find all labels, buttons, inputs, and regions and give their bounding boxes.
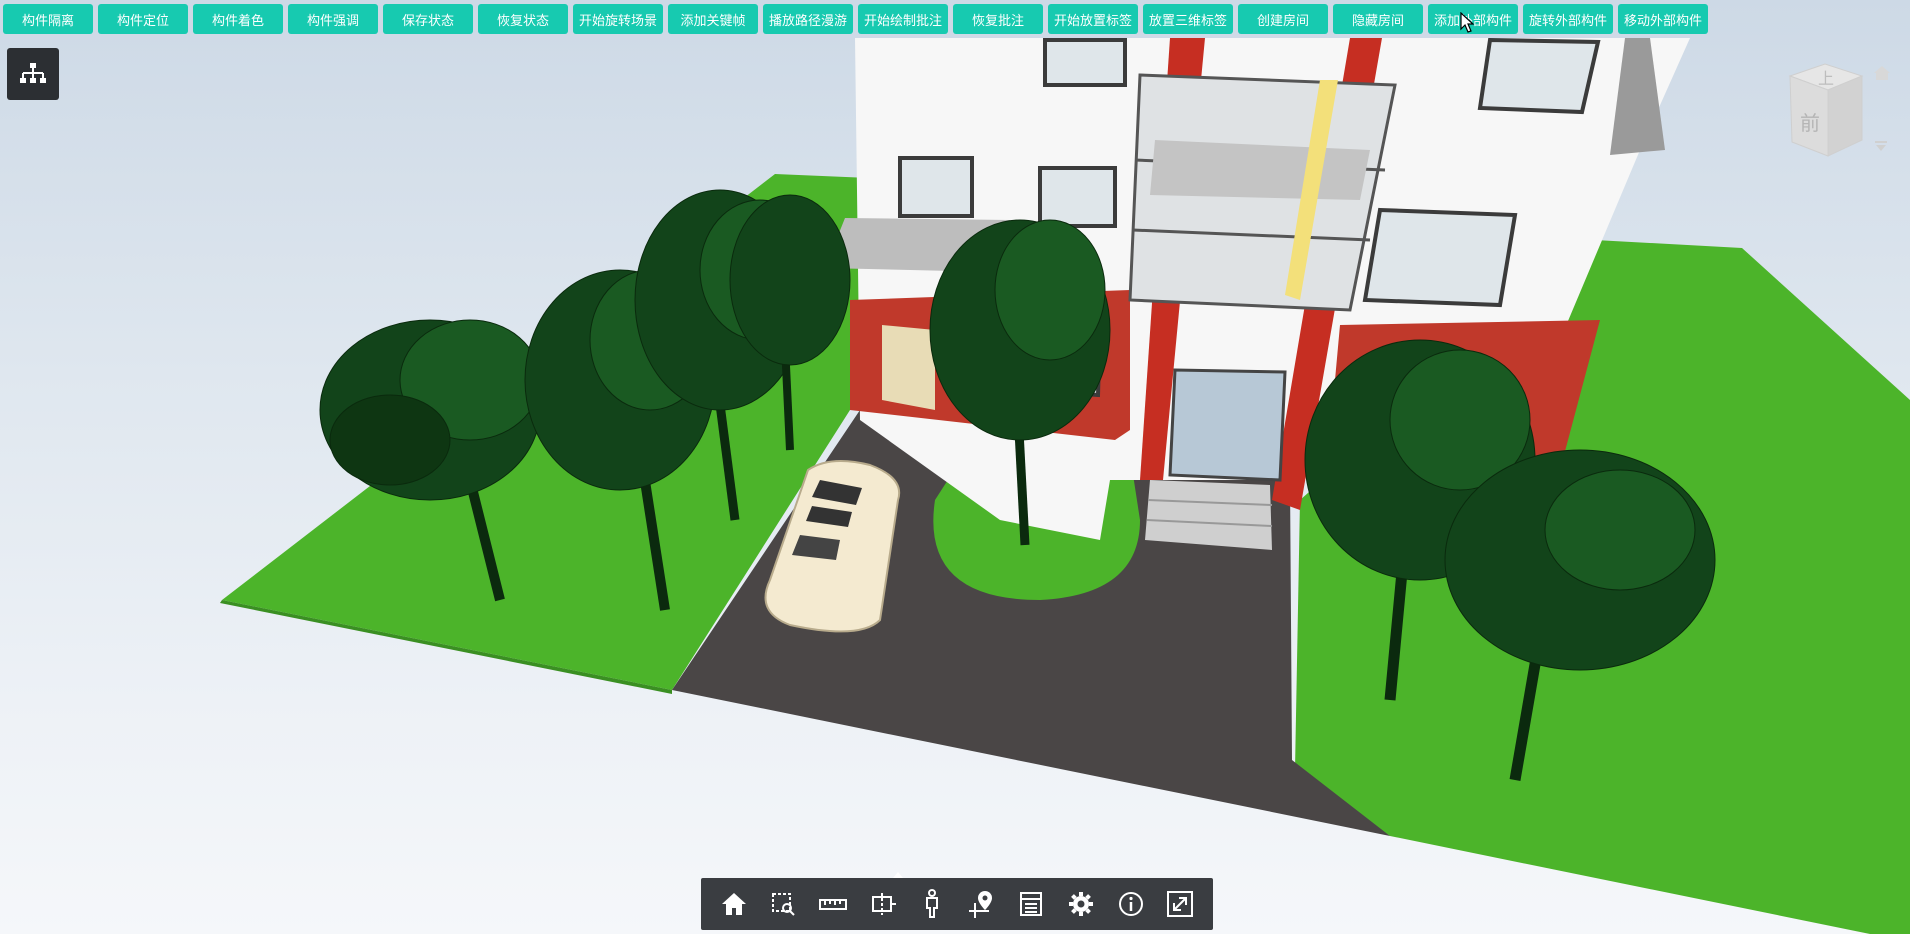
add-keyframe-button[interactable]: 添加关键帧 [668,4,758,34]
start-place-tag-button[interactable]: 开始放置标签 [1048,4,1138,34]
walk-person-icon[interactable] [914,886,950,922]
properties-list-icon[interactable] [1013,886,1049,922]
info-icon[interactable] [1113,886,1149,922]
rotate-external-component-button[interactable]: 旋转外部构件 [1523,4,1613,34]
viewcube-home-icon[interactable] [1874,66,1890,80]
bottom-toolbar [701,878,1213,930]
fullscreen-icon[interactable] [1162,886,1198,922]
section-box-icon[interactable] [865,886,901,922]
viewcube-menu-icon[interactable] [1875,141,1887,151]
settings-gear-icon[interactable] [1063,886,1099,922]
top-toolbar: 构件隔离 构件定位 构件着色 构件强调 保存状态 恢复状态 开始旋转场景 添加关… [0,0,1910,38]
mouse-cursor-icon [1460,12,1474,33]
play-walkthrough-button[interactable]: 播放路径漫游 [763,4,853,34]
highlight-component-button[interactable]: 构件强调 [288,4,378,34]
start-rotate-scene-button[interactable]: 开始旋转场景 [573,4,663,34]
model-tree-button[interactable] [7,48,59,100]
locate-component-button[interactable]: 构件定位 [98,4,188,34]
3d-viewport[interactable] [0,0,1910,934]
isolate-component-button[interactable]: 构件隔离 [3,4,93,34]
restore-annotation-button[interactable]: 恢复批注 [953,4,1043,34]
place-3d-tag-button[interactable]: 放置三维标签 [1143,4,1233,34]
color-component-button[interactable]: 构件着色 [193,4,283,34]
map-pin-icon[interactable] [964,886,1000,922]
hide-room-button[interactable]: 隐藏房间 [1333,4,1423,34]
hierarchy-icon [20,63,46,83]
start-annotation-button[interactable]: 开始绘制批注 [858,4,948,34]
save-state-button[interactable]: 保存状态 [383,4,473,34]
ruler-icon[interactable] [815,886,851,922]
viewcube-front-label[interactable]: 前 [1800,111,1820,135]
home-icon[interactable] [716,886,752,922]
viewcube-top-label[interactable]: 上 [1818,69,1834,88]
move-external-component-button[interactable]: 移动外部构件 [1618,4,1708,34]
zoom-box-icon[interactable] [765,886,801,922]
create-room-button[interactable]: 创建房间 [1238,4,1328,34]
view-cube[interactable]: 上 前 [1780,56,1890,166]
restore-state-button[interactable]: 恢复状态 [478,4,568,34]
toolbar-expand-caret-icon[interactable] [893,872,903,878]
